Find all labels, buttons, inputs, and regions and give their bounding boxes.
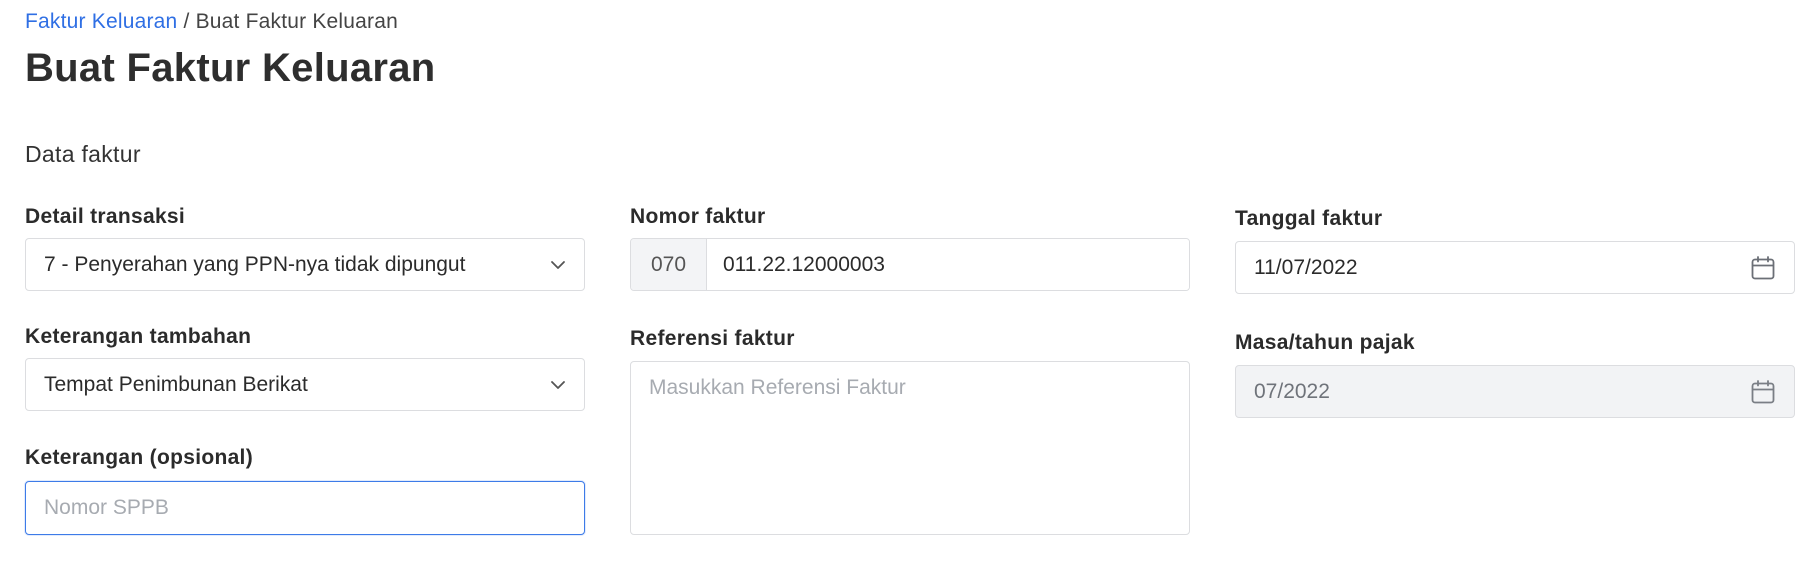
keterangan-tambahan-select[interactable]: Tempat Penimbunan Berikat [25,358,585,411]
breadcrumb: Faktur Keluaran / Buat Faktur Keluaran [25,10,398,34]
keterangan-tambahan-value: Tempat Penimbunan Berikat [44,372,308,396]
masa-tahun-pajak-label: Masa/tahun pajak [1235,331,1415,354]
keterangan-opsional-placeholder: Nomor SPPB [44,496,169,519]
masa-tahun-pajak-value: 07/2022 [1254,379,1330,403]
keterangan-opsional-label: Keterangan (opsional) [25,446,253,469]
breadcrumb-separator: / [183,10,190,33]
nomor-faktur-prefix: 070 [631,239,707,290]
referensi-faktur-placeholder: Masukkan Referensi Faktur [649,376,906,399]
nomor-faktur-input[interactable]: 011.22.12000003 [707,239,1189,290]
referensi-faktur-label: Referensi faktur [630,327,795,350]
keterangan-opsional-input[interactable]: Nomor SPPB [25,481,585,535]
create-invoice-page: Faktur Keluaran / Buat Faktur Keluaran B… [0,0,1818,561]
detail-transaksi-label: Detail transaksi [25,205,186,228]
tanggal-faktur-datepicker[interactable]: 11/07/2022 [1235,241,1795,294]
nomor-faktur-label: Nomor faktur [630,205,766,228]
tanggal-faktur-value: 11/07/2022 [1254,255,1358,279]
calendar-icon[interactable] [1750,255,1776,281]
breadcrumb-current: Buat Faktur Keluaran [195,10,399,33]
detail-transaksi-select[interactable]: 7 - Penyerahan yang PPN-nya tidak dipung… [25,238,585,291]
breadcrumb-link-faktur-keluaran[interactable]: Faktur Keluaran [25,10,177,33]
detail-transaksi-value: 7 - Penyerahan yang PPN-nya tidak dipung… [44,252,466,276]
chevron-down-icon [551,380,565,389]
chevron-down-icon [551,260,565,269]
masa-tahun-pajak-datepicker: 07/2022 [1235,365,1795,418]
page-title: Buat Faktur Keluaran [25,46,436,90]
referensi-faktur-textarea[interactable]: Masukkan Referensi Faktur [630,361,1190,535]
nomor-faktur-field: 070 011.22.12000003 [630,238,1190,291]
tanggal-faktur-label: Tanggal faktur [1235,207,1383,230]
section-title: Data faktur [25,141,141,167]
calendar-icon [1751,379,1775,403]
keterangan-tambahan-label: Keterangan tambahan [25,325,252,348]
